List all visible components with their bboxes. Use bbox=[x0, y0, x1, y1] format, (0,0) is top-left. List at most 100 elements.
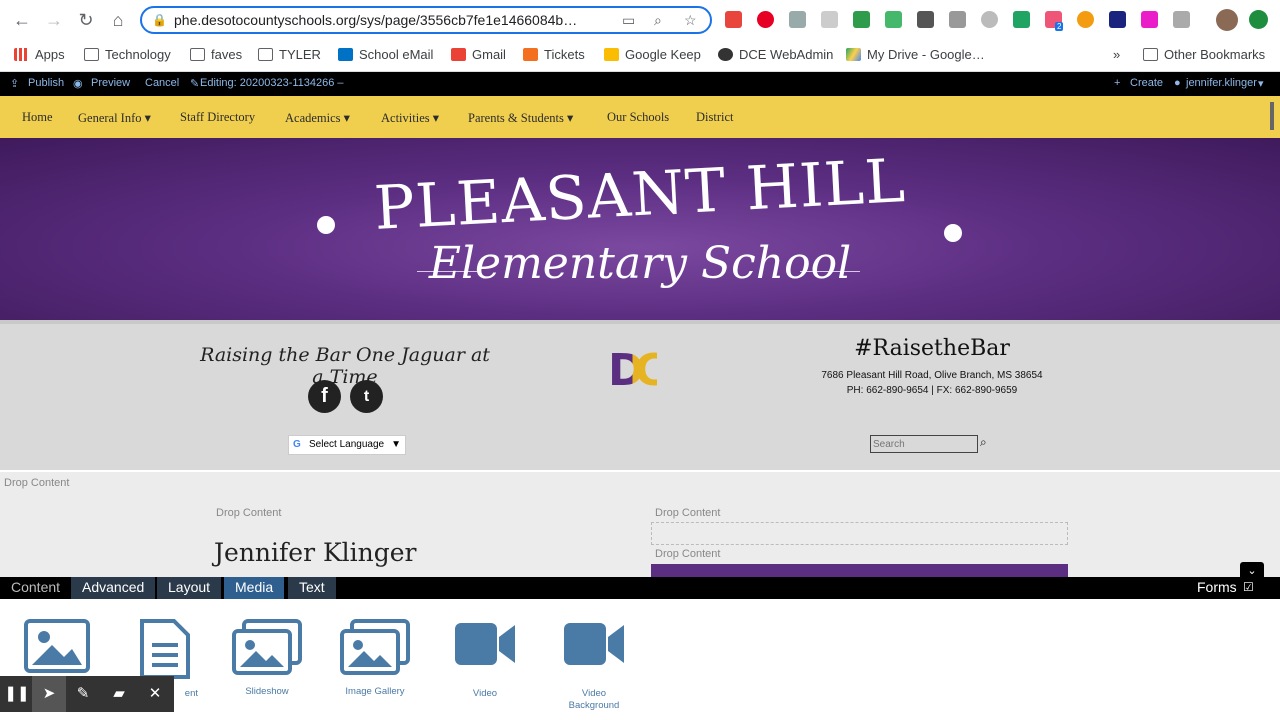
pencil-icon: ✎ bbox=[190, 78, 200, 90]
orange-ext-icon[interactable] bbox=[1077, 11, 1094, 28]
star-icon[interactable]: ☆ bbox=[684, 12, 697, 29]
clip-ext-icon[interactable] bbox=[821, 11, 838, 28]
nav-our-schools[interactable]: Our Schools bbox=[607, 110, 669, 125]
bookmark-apps[interactable]: Apps bbox=[14, 47, 65, 65]
video-tool[interactable]: Video bbox=[440, 619, 530, 700]
folder-icon bbox=[84, 48, 99, 61]
bookmark-school-email[interactable]: School eMail bbox=[338, 47, 433, 65]
bookmark-other[interactable]: Other Bookmarks bbox=[1143, 47, 1265, 65]
profile-avatar[interactable] bbox=[1216, 9, 1238, 31]
hashtag: #RaisetheBar bbox=[854, 336, 1010, 361]
pinterest-ext-icon[interactable] bbox=[757, 11, 774, 28]
url-ext-icon[interactable] bbox=[1109, 11, 1126, 28]
banner-dot bbox=[944, 224, 962, 242]
pointer-icon[interactable]: ➤ bbox=[32, 676, 66, 712]
bookmark-gmail[interactable]: Gmail bbox=[451, 47, 506, 65]
folder-icon bbox=[190, 48, 205, 61]
apps-icon bbox=[14, 48, 29, 61]
back-icon[interactable]: ← bbox=[10, 8, 34, 32]
green-ext-icon[interactable] bbox=[853, 11, 870, 28]
help-ext-icon[interactable] bbox=[981, 11, 998, 28]
cancel-button[interactable]: Cancel bbox=[145, 77, 179, 89]
bookmark-google-keep[interactable]: Google Keep bbox=[604, 47, 701, 65]
home-icon[interactable]: ⌂ bbox=[106, 8, 130, 32]
nav-academics[interactable]: Academics ▾ bbox=[285, 110, 350, 126]
bookmark-tyler[interactable]: TYLER bbox=[258, 47, 321, 65]
page-scrollbar[interactable] bbox=[1270, 102, 1274, 130]
drop-zone[interactable] bbox=[651, 522, 1068, 545]
video-camera-icon bbox=[455, 623, 515, 665]
nav-home[interactable]: Home bbox=[22, 110, 53, 125]
drop-zone-label[interactable]: Drop Content bbox=[4, 477, 69, 489]
banner-subtitle: Elementary School bbox=[428, 238, 852, 289]
folder-icon bbox=[1143, 48, 1158, 61]
tab-advanced[interactable]: Advanced bbox=[71, 577, 156, 599]
eraser-icon[interactable]: ▰ bbox=[102, 676, 136, 712]
browser-toolbar: ← → ↻ ⌂ 🔒 phe.desotocountyschools.org/sy… bbox=[0, 0, 1280, 40]
facebook-icon[interactable]: f bbox=[308, 380, 341, 413]
tab-content[interactable]: Content bbox=[0, 577, 71, 599]
banner-title: PLEASANT HILL bbox=[372, 146, 908, 244]
publish-button[interactable]: Publish bbox=[28, 77, 64, 89]
outlook-icon bbox=[338, 48, 353, 61]
bookmark-faves[interactable]: faves bbox=[190, 47, 242, 65]
window-ext-icon[interactable] bbox=[1173, 11, 1190, 28]
bookmark-technology[interactable]: Technology bbox=[84, 47, 171, 65]
lock-icon: 🔒 bbox=[152, 13, 167, 27]
zoom-icon[interactable]: ⌕ bbox=[654, 12, 662, 29]
annotation-toolbar: ❚❚ ➤ ✎ ▰ ✕ bbox=[0, 676, 174, 712]
twitter-icon[interactable]: t bbox=[350, 380, 383, 413]
address-bar[interactable]: 🔒 phe.desotocountyschools.org/sys/page/3… bbox=[140, 6, 712, 34]
pink-ext-icon[interactable] bbox=[1141, 11, 1158, 28]
bookmark-tickets[interactable]: Tickets bbox=[523, 47, 585, 65]
site-search-input[interactable] bbox=[870, 435, 978, 453]
drop-zone-label[interactable]: Drop Content bbox=[655, 548, 720, 560]
editor-tabs: Content Advanced Layout Media Text Forms… bbox=[0, 562, 1280, 599]
pen-icon[interactable]: ✎ bbox=[66, 676, 100, 712]
gmail-ext-icon[interactable] bbox=[725, 11, 742, 28]
tab-media[interactable]: Media bbox=[224, 577, 285, 599]
bookmarks-overflow[interactable]: » bbox=[1113, 47, 1120, 65]
folder-icon bbox=[258, 48, 273, 61]
nav-staff-directory[interactable]: Staff Directory bbox=[180, 110, 255, 125]
globe-icon bbox=[718, 48, 733, 61]
shield-ext-icon[interactable] bbox=[917, 11, 934, 28]
update-icon[interactable] bbox=[1249, 10, 1268, 29]
crx-ext-icon[interactable] bbox=[949, 11, 966, 28]
image-gallery-tool[interactable]: Image Gallery bbox=[330, 619, 420, 698]
document-icon bbox=[140, 619, 190, 679]
nav-general-info[interactable]: General Info ▾ bbox=[78, 110, 151, 126]
video-background-tool[interactable]: Video Background bbox=[548, 619, 640, 712]
tab-layout[interactable]: Layout bbox=[157, 577, 222, 599]
drop-zone-label[interactable]: Drop Content bbox=[216, 507, 281, 519]
close-icon[interactable]: ✕ bbox=[138, 676, 172, 712]
drop-zone-label[interactable]: Drop Content bbox=[655, 507, 720, 519]
keep-icon bbox=[604, 48, 619, 61]
search-icon[interactable]: ⌕ bbox=[980, 435, 987, 450]
screen-ext-icon[interactable] bbox=[885, 11, 902, 28]
google-icon: G bbox=[293, 439, 301, 450]
collapse-panel-icon[interactable]: ⌄ bbox=[1240, 562, 1264, 580]
cast-icon[interactable]: ▭ bbox=[622, 12, 635, 29]
info-strip: Raising the Bar One Jaguar at a Time f t… bbox=[0, 320, 1280, 470]
video-camera-icon bbox=[564, 623, 624, 665]
nav-activities[interactable]: Activities ▾ bbox=[381, 110, 439, 126]
forward-icon[interactable]: → bbox=[42, 8, 66, 32]
preview-button[interactable]: Preview bbox=[91, 77, 130, 89]
create-button[interactable]: Create bbox=[1130, 77, 1163, 89]
bookmark-dce-webadmin[interactable]: DCE WebAdmin bbox=[718, 47, 833, 65]
bookmark-my-drive[interactable]: My Drive - Google… bbox=[846, 47, 985, 65]
language-select[interactable]: G Select Language ▼ bbox=[288, 435, 406, 455]
nav-parents-students[interactable]: Parents & Students ▾ bbox=[468, 110, 573, 126]
purple-block bbox=[651, 564, 1068, 577]
nav-district[interactable]: District bbox=[696, 110, 734, 125]
extension-icon[interactable] bbox=[789, 11, 806, 28]
tab-text[interactable]: Text bbox=[288, 577, 336, 599]
pause-icon[interactable]: ❚❚ bbox=[0, 676, 34, 712]
reload-icon[interactable]: ↻ bbox=[74, 8, 98, 32]
image-tool[interactable] bbox=[12, 619, 102, 682]
drive-ext-icon[interactable] bbox=[1013, 11, 1030, 28]
page-heading: Jennifer Klinger bbox=[214, 538, 417, 567]
slideshow-tool[interactable]: Slideshow bbox=[222, 619, 312, 698]
user-menu[interactable]: jennifer.klinger bbox=[1186, 77, 1257, 89]
